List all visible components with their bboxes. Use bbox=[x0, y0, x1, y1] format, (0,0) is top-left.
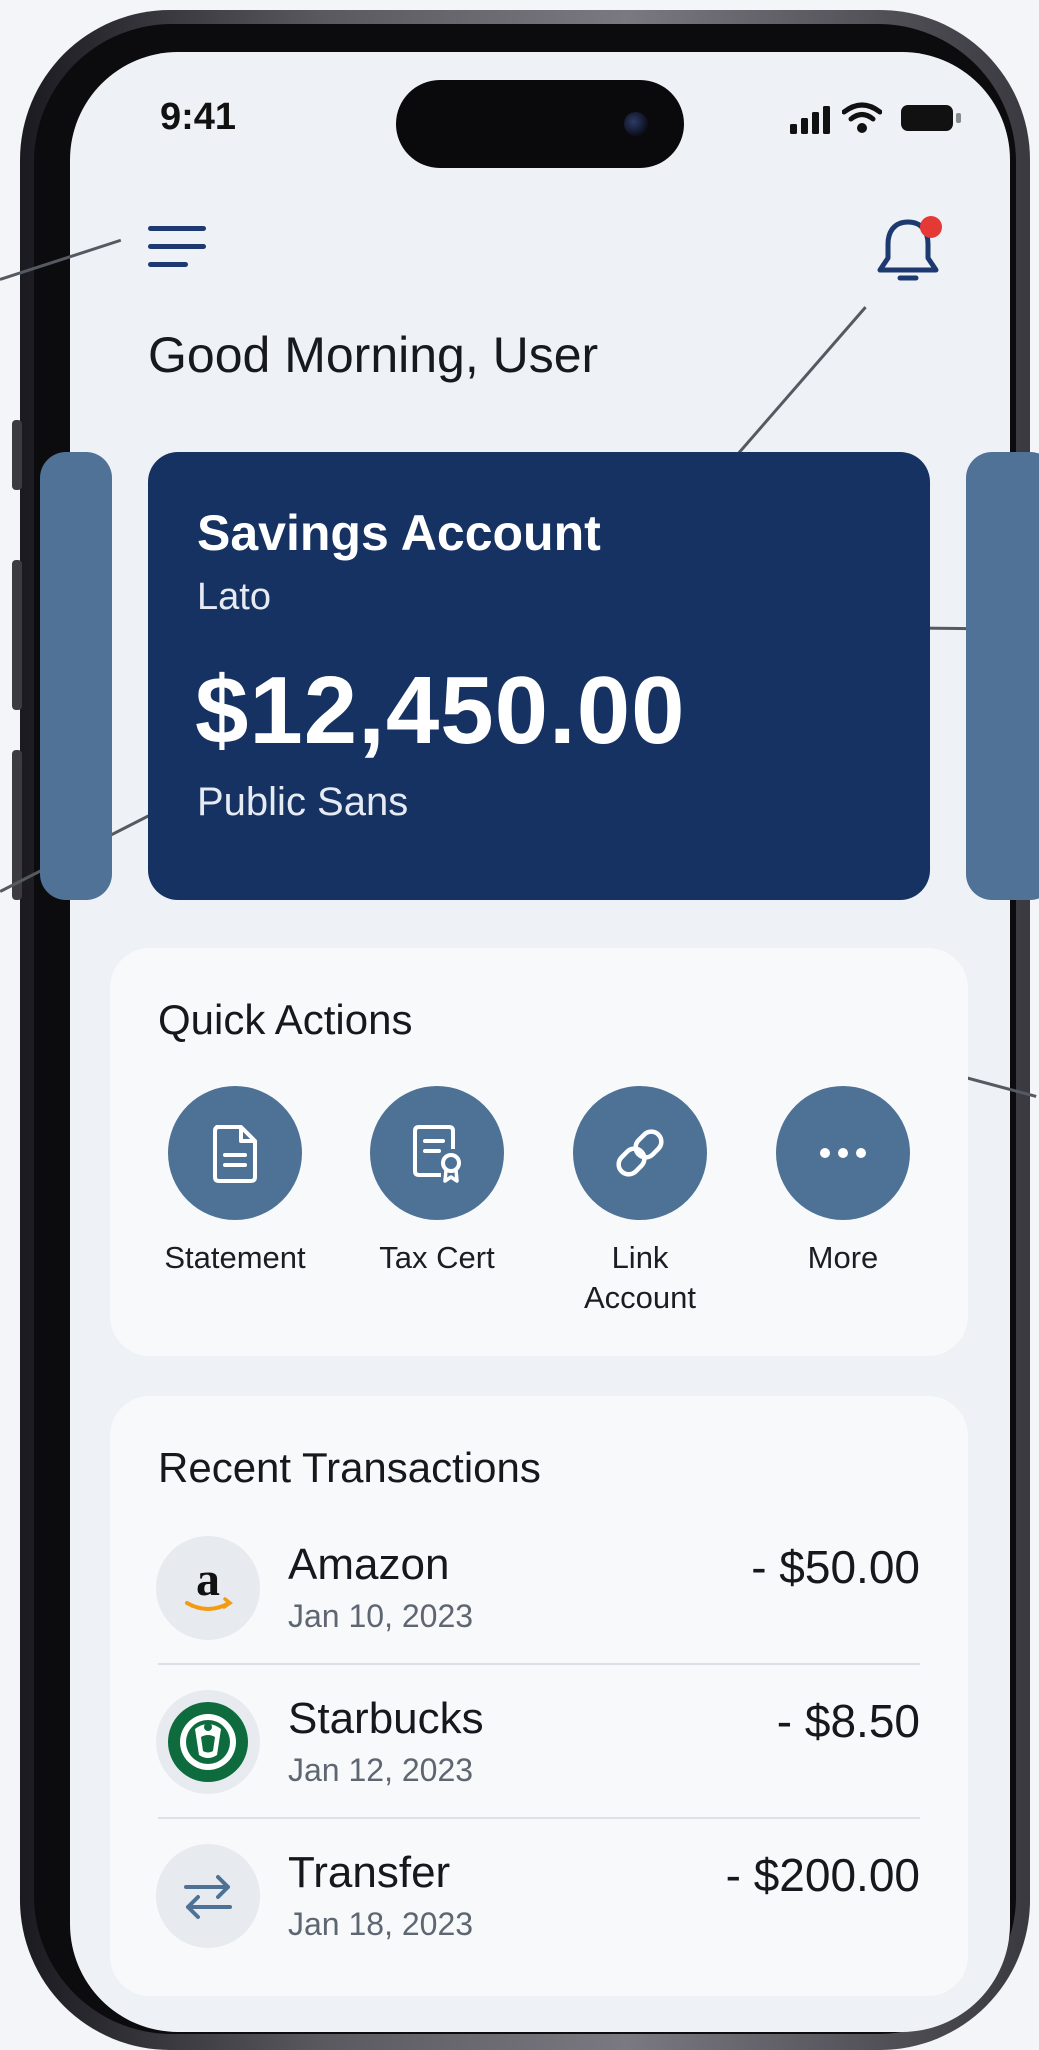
link-account-label: Link Account bbox=[540, 1238, 740, 1318]
transaction-name: Transfer bbox=[288, 1848, 451, 1897]
link-account-label-line1: Link bbox=[611, 1240, 669, 1275]
account-balance: $12,450.00 bbox=[195, 657, 686, 764]
starbucks-logo bbox=[156, 1690, 260, 1794]
link-account-button[interactable] bbox=[573, 1086, 707, 1220]
statement-button[interactable] bbox=[168, 1086, 302, 1220]
statement-label: Statement bbox=[164, 1240, 306, 1275]
side-button-volume-up bbox=[12, 560, 22, 710]
status-time: 9:41 bbox=[160, 96, 237, 138]
account-title-font-note: Lato bbox=[197, 576, 271, 618]
account-title: Savings Account bbox=[197, 505, 601, 561]
transaction-amount: - $200.00 bbox=[725, 1849, 920, 1901]
next-account-card[interactable] bbox=[966, 452, 1039, 900]
document-icon bbox=[213, 1125, 257, 1183]
quick-actions-title: Quick Actions bbox=[158, 996, 413, 1043]
side-button-action bbox=[12, 420, 22, 490]
transaction-amount: - $50.00 bbox=[751, 1541, 920, 1593]
notification-dot bbox=[920, 216, 942, 238]
tax-cert-button[interactable] bbox=[370, 1086, 504, 1220]
certificate-icon bbox=[413, 1125, 461, 1183]
divider bbox=[158, 1817, 920, 1819]
menu-button[interactable] bbox=[140, 220, 210, 276]
more-button[interactable] bbox=[776, 1086, 910, 1220]
front-camera bbox=[624, 112, 648, 136]
wifi-icon bbox=[841, 102, 883, 134]
side-button-volume-down bbox=[12, 750, 22, 900]
greeting: Good Morning, User bbox=[148, 327, 599, 383]
previous-account-card[interactable] bbox=[40, 452, 112, 900]
link-icon bbox=[616, 1129, 664, 1177]
divider bbox=[158, 1663, 920, 1665]
signal-icon bbox=[790, 106, 834, 134]
svg-text:a: a bbox=[196, 1553, 220, 1606]
battery-icon bbox=[900, 104, 962, 132]
transaction-date: Jan 12, 2023 bbox=[288, 1752, 474, 1788]
more-label: More bbox=[807, 1240, 879, 1275]
notification-button[interactable] bbox=[872, 212, 944, 288]
amazon-logo: a bbox=[156, 1536, 260, 1640]
account-balance-font-note: Public Sans bbox=[197, 780, 409, 824]
transaction-date: Jan 10, 2023 bbox=[288, 1598, 474, 1634]
link-account-label-line2: Account bbox=[583, 1280, 696, 1315]
transfer-icon bbox=[156, 1844, 260, 1948]
tax-cert-label: Tax Cert bbox=[379, 1240, 495, 1275]
transaction-name: Starbucks bbox=[288, 1694, 484, 1743]
recent-transactions-title: Recent Transactions bbox=[158, 1444, 541, 1491]
transaction-name: Amazon bbox=[288, 1540, 450, 1589]
transaction-date: Jan 18, 2023 bbox=[288, 1906, 474, 1942]
transaction-amount: - $8.50 bbox=[776, 1695, 920, 1747]
more-icon bbox=[820, 1148, 866, 1158]
